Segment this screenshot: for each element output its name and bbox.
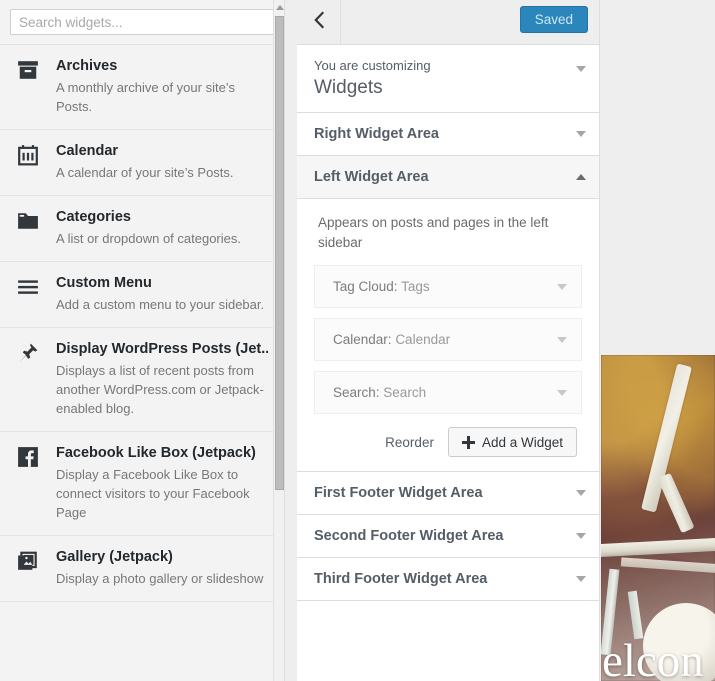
add-widget-label: Add a Widget xyxy=(481,434,563,450)
caret-down-icon xyxy=(557,390,567,396)
widget-title: Categories xyxy=(56,209,131,225)
folder-icon xyxy=(17,210,39,232)
section-first-footer-widget-area[interactable]: First Footer Widget Area xyxy=(297,472,599,515)
left-widget-area-body: Appears on posts and pages in the left s… xyxy=(297,199,599,472)
widget-item-tag-cloud[interactable]: Tag Cloud: Tags xyxy=(314,265,582,308)
customizer-screen: Archives A monthly archive of your site’… xyxy=(0,0,715,681)
available-widget-calendar[interactable]: Calendar A calendar of your site’s Posts… xyxy=(0,130,284,196)
widget-description: A calendar of your site’s Posts. xyxy=(56,165,234,180)
widget-title: Facebook Like Box (Jetpack) xyxy=(56,445,256,461)
gallery-images-icon xyxy=(17,550,39,572)
widget-item-label: Tag Cloud: Tags xyxy=(333,278,430,296)
section-title: First Footer Widget Area xyxy=(314,485,483,501)
customizer-panel: Saved You are customizing Widgets Right … xyxy=(297,0,600,681)
widget-title: Custom Menu xyxy=(56,275,152,291)
section-left-widget-area[interactable]: Left Widget Area xyxy=(297,156,599,199)
caret-up-icon xyxy=(576,174,586,180)
section-third-footer-widget-area[interactable]: Third Footer Widget Area xyxy=(297,558,599,601)
caret-down-icon xyxy=(576,576,586,582)
save-button[interactable]: Saved xyxy=(519,6,588,33)
widget-item-search[interactable]: Search: Search xyxy=(314,371,582,414)
widget-item-calendar[interactable]: Calendar: Calendar xyxy=(314,318,582,361)
available-widget-categories[interactable]: Categories A list or dropdown of categor… xyxy=(0,196,284,262)
section-title: Second Footer Widget Area xyxy=(314,528,504,544)
customizing-info[interactable]: You are customizing Widgets xyxy=(297,45,599,113)
available-widget-gallery[interactable]: Gallery (Jetpack) Display a photo galler… xyxy=(0,536,284,602)
archive-box-icon xyxy=(17,59,39,81)
plus-icon xyxy=(461,435,475,449)
caret-down-icon xyxy=(576,66,586,72)
back-button[interactable] xyxy=(297,0,341,44)
scroll-up-arrow-icon[interactable] xyxy=(274,0,284,14)
menu-lines-icon xyxy=(17,276,39,298)
widget-item-name: Calendar xyxy=(395,331,451,347)
caret-down-icon xyxy=(576,131,586,137)
customizer-header: Saved xyxy=(297,0,599,45)
widget-item-type: Search: xyxy=(333,384,380,400)
available-widgets-panel: Archives A monthly archive of your site’… xyxy=(0,0,285,681)
site-preview[interactable]: elcon xyxy=(601,0,715,681)
widget-description: Add a custom menu to your sidebar. xyxy=(56,297,265,312)
widget-description: Display a Facebook Like Box to connect v… xyxy=(56,467,250,520)
chevron-left-icon xyxy=(312,10,326,34)
available-widget-custom-menu[interactable]: Custom Menu Add a custom menu to your si… xyxy=(0,262,284,328)
bicycle-photo: elcon xyxy=(601,355,715,681)
caret-down-icon xyxy=(557,284,567,290)
section-right-widget-area[interactable]: Right Widget Area xyxy=(297,113,599,156)
preview-headline: elcon xyxy=(602,635,704,681)
available-widget-facebook-like-box[interactable]: Facebook Like Box (Jetpack) Display a Fa… xyxy=(0,432,284,536)
page-title: Widgets xyxy=(314,77,383,98)
customizer-scrollbar[interactable] xyxy=(597,0,599,681)
caret-down-icon xyxy=(576,490,586,496)
customizing-eyebrow: You are customizing xyxy=(314,58,431,73)
widget-search-wrap xyxy=(0,0,284,45)
available-widgets-list: Archives A monthly archive of your site’… xyxy=(0,45,284,602)
widget-description: Displays a list of recent posts from ano… xyxy=(56,363,264,416)
section-second-footer-widget-area[interactable]: Second Footer Widget Area xyxy=(297,515,599,558)
available-widgets-scrollbar[interactable] xyxy=(273,0,284,681)
available-widget-display-wordpress-posts[interactable]: Display WordPress Posts (Jet... Displays… xyxy=(0,328,284,432)
widget-item-name: Tags xyxy=(401,278,430,294)
widget-item-type: Calendar: xyxy=(333,331,392,347)
pushpin-icon xyxy=(17,342,39,364)
reorder-button[interactable]: Reorder xyxy=(385,435,434,450)
add-widget-button[interactable]: Add a Widget xyxy=(447,427,577,457)
widget-title: Calendar xyxy=(56,143,119,159)
search-input[interactable] xyxy=(10,9,274,35)
photo-overlay xyxy=(601,355,715,681)
available-widget-archives[interactable]: Archives A monthly archive of your site’… xyxy=(0,45,284,130)
widget-description: A monthly archive of your site’s Posts. xyxy=(56,80,235,114)
widget-description: A list or dropdown of categories. xyxy=(56,231,241,246)
widget-title: Gallery (Jetpack) xyxy=(56,549,173,565)
widget-item-label: Search: Search xyxy=(333,384,426,402)
widget-item-label: Calendar: Calendar xyxy=(333,331,450,349)
section-description: Appears on posts and pages in the left s… xyxy=(318,215,549,250)
section-title: Left Widget Area xyxy=(314,169,429,185)
section-title: Third Footer Widget Area xyxy=(314,571,488,587)
scrollbar-thumb[interactable] xyxy=(275,16,284,490)
widget-title: Archives xyxy=(56,58,118,74)
widget-title: Display WordPress Posts (Jet... xyxy=(56,341,268,357)
caret-down-icon xyxy=(576,533,586,539)
facebook-icon xyxy=(17,446,39,468)
widget-item-type: Tag Cloud: xyxy=(333,278,398,294)
section-title: Right Widget Area xyxy=(314,126,439,142)
widget-description: Display a photo gallery or slideshow xyxy=(56,571,264,586)
caret-down-icon xyxy=(557,337,567,343)
widget-area-actions: Reorder Add a Widget xyxy=(314,427,582,457)
calendar-icon xyxy=(17,144,39,166)
widget-item-name: Search xyxy=(383,384,427,400)
